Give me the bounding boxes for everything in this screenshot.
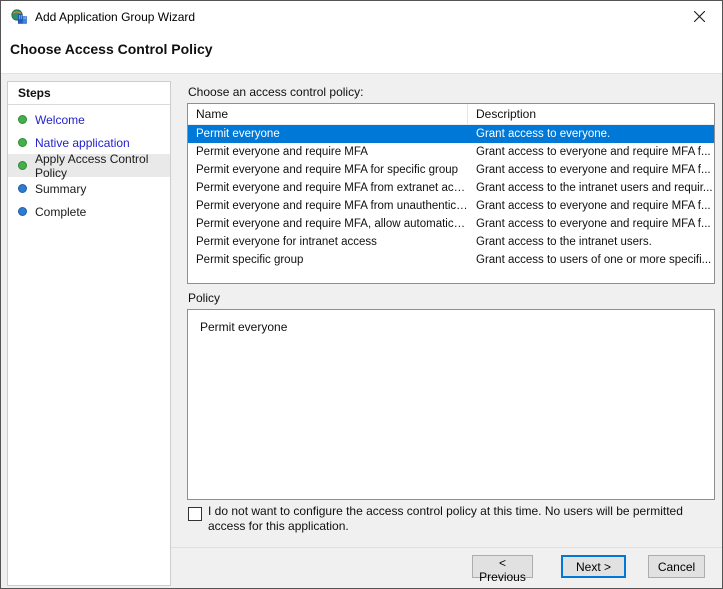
- policy-row[interactable]: Permit specific groupGrant access to use…: [188, 251, 714, 269]
- skip-policy-checkbox-label[interactable]: I do not want to configure the access co…: [208, 504, 714, 534]
- next-button[interactable]: Next >: [561, 555, 626, 578]
- skip-policy-checkbox[interactable]: [188, 507, 202, 521]
- policy-name-cell: Permit everyone and require MFA, allow a…: [188, 215, 468, 233]
- title-bar: Add Application Group Wizard: [1, 1, 722, 33]
- footer-divider: [171, 547, 722, 548]
- page-title: Choose Access Control Policy: [10, 41, 213, 57]
- policy-name-cell: Permit everyone: [188, 125, 468, 143]
- policy-description-cell: Grant access to everyone and require MFA…: [468, 197, 714, 215]
- step-bullet-icon: [18, 207, 27, 216]
- policy-description-cell: Grant access to everyone and require MFA…: [468, 215, 714, 233]
- policy-list-label: Choose an access control policy:: [188, 85, 363, 99]
- policy-detail-text: Permit everyone: [200, 320, 287, 334]
- policy-name-cell: Permit everyone for intranet access: [188, 233, 468, 251]
- policy-detail-box: Permit everyone: [187, 309, 715, 500]
- step-label: Native application: [35, 136, 130, 150]
- policy-name-cell: Permit everyone and require MFA: [188, 143, 468, 161]
- policy-row[interactable]: Permit everyone and require MFA from ext…: [188, 179, 714, 197]
- cancel-button[interactable]: Cancel: [648, 555, 705, 578]
- sidebar-step-welcome[interactable]: Welcome: [8, 108, 170, 131]
- step-bullet-icon: [18, 184, 27, 193]
- policy-description-cell: Grant access to everyone and require MFA…: [468, 143, 714, 161]
- policy-description-cell: Grant access to users of one or more spe…: [468, 251, 714, 269]
- column-header-description[interactable]: Description: [468, 104, 714, 124]
- step-label: Welcome: [35, 113, 85, 127]
- add-application-group-wizard-dialog: Add Application Group Wizard Choose Acce…: [0, 0, 723, 589]
- policy-description-cell: Grant access to the intranet users.: [468, 233, 714, 251]
- step-label: Complete: [35, 205, 86, 219]
- policy-row[interactable]: Permit everyone and require MFAGrant acc…: [188, 143, 714, 161]
- policy-name-cell: Permit everyone and require MFA from ext…: [188, 179, 468, 197]
- sidebar-step-apply-access-control-policy: Apply Access Control Policy: [8, 154, 170, 177]
- policy-table-header: Name Description: [188, 104, 714, 125]
- step-bullet-icon: [18, 161, 27, 170]
- policy-table: Name Description Permit everyoneGrant ac…: [187, 103, 715, 284]
- policy-row[interactable]: Permit everyone and require MFA for spec…: [188, 161, 714, 179]
- policy-row[interactable]: Permit everyone and require MFA from una…: [188, 197, 714, 215]
- close-button[interactable]: [676, 1, 722, 33]
- steps-list: Welcome Native application Apply Access Co…: [8, 105, 170, 223]
- policy-description-cell: Grant access to the intranet users and r…: [468, 179, 714, 197]
- steps-sidebar: Steps Welcome Native application Apply Acc…: [7, 81, 171, 586]
- policy-row[interactable]: Permit everyone for intranet accessGrant…: [188, 233, 714, 251]
- step-bullet-icon: [18, 115, 27, 124]
- window-title: Add Application Group Wizard: [35, 1, 195, 33]
- step-label: Summary: [35, 182, 86, 196]
- policy-description-cell: Grant access to everyone.: [468, 125, 714, 143]
- policy-row[interactable]: Permit everyoneGrant access to everyone.: [188, 125, 714, 143]
- steps-heading: Steps: [8, 82, 170, 105]
- policy-table-rows: Permit everyoneGrant access to everyone.…: [188, 125, 714, 269]
- policy-name-cell: Permit specific group: [188, 251, 468, 269]
- adfs-app-icon: [11, 9, 27, 25]
- sidebar-step-complete: Complete: [8, 200, 170, 223]
- policy-description-cell: Grant access to everyone and require MFA…: [468, 161, 714, 179]
- close-icon: [694, 10, 705, 25]
- policy-row[interactable]: Permit everyone and require MFA, allow a…: [188, 215, 714, 233]
- step-label: Apply Access Control Policy: [35, 152, 170, 180]
- policy-name-cell: Permit everyone and require MFA for spec…: [188, 161, 468, 179]
- sidebar-step-summary: Summary: [8, 177, 170, 200]
- column-header-name[interactable]: Name: [188, 104, 468, 124]
- previous-button[interactable]: < Previous: [472, 555, 533, 578]
- policy-section-label: Policy: [188, 291, 220, 305]
- step-bullet-icon: [18, 138, 27, 147]
- policy-name-cell: Permit everyone and require MFA from una…: [188, 197, 468, 215]
